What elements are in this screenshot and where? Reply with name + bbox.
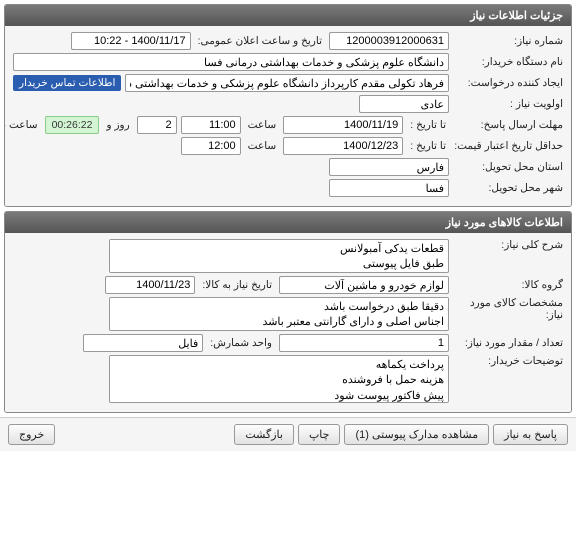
announce-input[interactable] [71,32,191,50]
province-input[interactable] [329,158,449,176]
qty-label: تعداد / مقدار مورد نیاز: [453,337,563,349]
to-date-label-2: تا تاریخ : [407,140,449,152]
creator-input[interactable] [125,74,449,92]
time-label-2: ساعت [245,140,280,152]
priority-input[interactable] [359,95,449,113]
need-number-label: شماره نیاز: [453,35,563,47]
remaining-time-badge: 00:26:22 [45,116,100,134]
reply-time-input[interactable] [181,116,241,134]
province-label: استان محل تحویل: [453,161,563,173]
back-button[interactable]: بازگشت [234,424,294,445]
price-valid-date-input[interactable] [283,137,403,155]
exit-button[interactable]: خروج [8,424,55,445]
general-desc-label: شرح کلی نیاز: [453,239,563,251]
city-input[interactable] [329,179,449,197]
print-button[interactable]: چاپ [298,424,341,445]
group-input[interactable] [279,276,449,294]
buyer-notes-label: توضیحات خریدار: [453,355,563,367]
buyer-org-label: نام دستگاه خریدار: [453,56,563,68]
general-desc-textarea[interactable] [109,239,449,273]
priority-label: اولویت نیاز : [453,98,563,110]
action-button-row: پاسخ به نیاز مشاهده مدارک پیوستی (1) چاپ… [0,417,576,451]
buyer-notes-textarea[interactable] [109,355,449,403]
time-label-1: ساعت [245,119,280,131]
goods-info-panel: اطلاعات کالاهای مورد نیاز شرح کلی نیاز: … [4,211,572,413]
spec-textarea[interactable] [109,297,449,331]
city-label: شهر محل تحویل: [453,182,563,194]
qty-input[interactable] [279,334,449,352]
need-details-body: شماره نیاز: تاریخ و ساعت اعلان عمومی: نا… [5,26,571,206]
price-valid-time-input[interactable] [181,137,241,155]
unit-input[interactable] [83,334,203,352]
attachments-button[interactable]: مشاهده مدارک پیوستی (1) [344,424,489,445]
days-label: روز و [103,119,132,131]
need-number-input[interactable] [329,32,449,50]
need-details-header: جزئیات اطلاعات نیاز [5,5,571,26]
days-input[interactable] [137,116,177,134]
goods-info-header: اطلاعات کالاهای مورد نیاز [5,212,571,233]
price-valid-label: حداقل تاریخ اعتبار قیمت: [453,140,563,152]
reply-deadline-label: مهلت ارسال پاسخ: [453,119,563,131]
spec-label: مشخصات کالای مورد نیاز: [453,297,563,321]
buyer-contact-badge[interactable]: اطلاعات تماس خریدار [13,75,121,91]
goods-info-body: شرح کلی نیاز: گروه کالا: تاریخ نیاز به ک… [5,233,571,412]
announce-label: تاریخ و ساعت اعلان عمومی: [195,35,325,47]
remaining-label: ساعت باقی مانده [4,119,41,131]
to-date-label-1: تا تاریخ : [407,119,449,131]
reply-date-input[interactable] [283,116,403,134]
need-date-label: تاریخ نیاز به کالا: [199,279,275,291]
need-date-input[interactable] [105,276,195,294]
buyer-org-input[interactable] [13,53,449,71]
unit-label: واحد شمارش: [207,337,275,349]
reply-button[interactable]: پاسخ به نیاز [493,424,568,445]
creator-label: ایجاد کننده درخواست: [453,77,563,89]
group-label: گروه کالا: [453,279,563,291]
need-details-panel: جزئیات اطلاعات نیاز شماره نیاز: تاریخ و … [4,4,572,207]
